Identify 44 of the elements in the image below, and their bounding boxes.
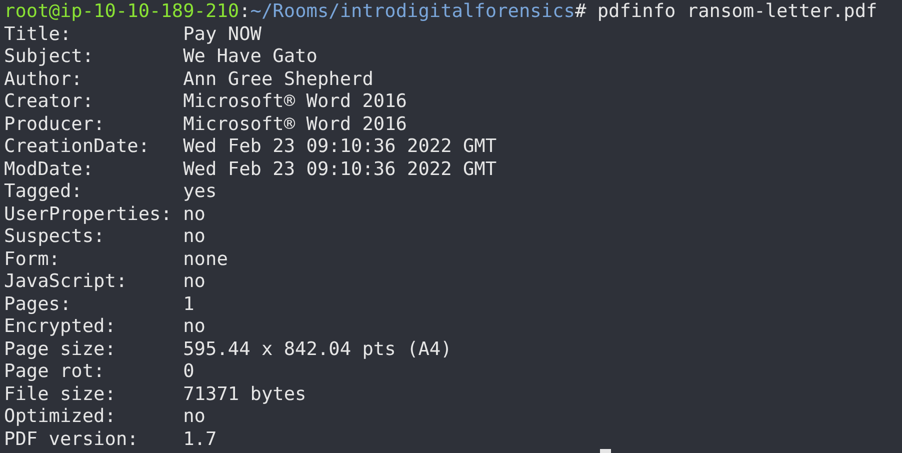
field-value: Ann Gree Shepherd (183, 68, 374, 90)
field-value: none (183, 248, 228, 270)
field-value: no (183, 406, 206, 427)
field-label: Title: (4, 24, 72, 46)
field-label: ModDate: (4, 158, 95, 181)
prompt-path: ~/Rooms/introdigitalforensics (250, 1, 575, 22)
field-label: Page rot: (4, 361, 106, 384)
field-label: File size: (4, 384, 117, 406)
field-value: no (183, 226, 206, 247)
prompt-user-host: root@ip-10-10-189-210 (4, 1, 240, 22)
prompt-separator: : (239, 1, 250, 22)
field-value: 1.7 (183, 428, 217, 450)
field-value: 595.44 x 842.04 pts (A4) (183, 338, 452, 360)
field-label: Tagged: (4, 181, 84, 204)
field-label: JavaScript: (4, 271, 128, 294)
field-label: PDF version: (4, 428, 140, 451)
field-value: Pay NOW (183, 24, 262, 44)
field-label: Subject: (4, 46, 95, 68)
field-label: Creator: (4, 91, 95, 114)
field-value: 0 (183, 361, 194, 382)
field-label: Producer: (4, 114, 106, 136)
field-value: no (183, 204, 206, 224)
field-value: We Have Gato (183, 46, 318, 67)
field-value: 71371 bytes (183, 384, 306, 404)
field-value: no (183, 316, 206, 337)
field-label: Page size: (4, 338, 117, 361)
field-label: UserProperties: (4, 204, 173, 226)
field-value: Wed Feb 23 09:10:36 2022 GMT (183, 136, 497, 157)
field-label: CreationDate: (4, 136, 151, 158)
field-value: 1 (183, 294, 194, 314)
cursor-icon (600, 449, 611, 453)
field-label: Encrypted: (4, 316, 117, 338)
field-value: yes (183, 181, 217, 202)
field-label: Pages: (4, 294, 72, 316)
field-value: no (183, 271, 206, 292)
field-label: Author: (4, 68, 84, 91)
field-label: Suspects: (4, 226, 106, 248)
field-value: Microsoft® Word 2016 (183, 114, 407, 134)
command-text: pdfinfo ransom-letter.pdf (597, 1, 878, 22)
prompt-symbol: # (574, 1, 586, 22)
field-value: Microsoft® Word 2016 (183, 91, 407, 112)
field-label: Form: (4, 248, 61, 271)
field-value: Wed Feb 23 09:10:36 2022 GMT (183, 158, 497, 180)
field-label: Optimized: (4, 406, 117, 428)
